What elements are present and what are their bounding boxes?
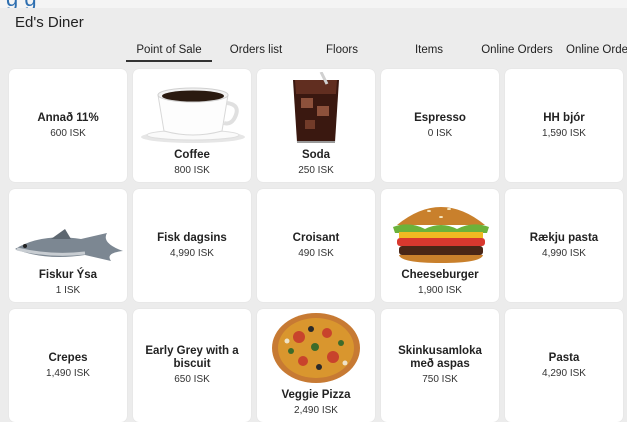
- item-card-pasta[interactable]: Pasta 4,290 ISK: [505, 309, 623, 422]
- tab-online-orders-2[interactable]: Online Orde: [566, 44, 627, 56]
- item-card-early-grey[interactable]: Early Grey with a biscuit 650 ISK: [133, 309, 251, 422]
- soda-glass-icon: [293, 72, 339, 143]
- item-name: Croisant: [292, 232, 340, 244]
- item-price: 650 ISK: [174, 374, 210, 385]
- coffee-cup-icon: [141, 87, 245, 143]
- fish-icon: [15, 229, 123, 261]
- item-card-annad[interactable]: Annað 11% 600 ISK: [9, 69, 127, 182]
- item-price: 0 ISK: [427, 128, 453, 139]
- tab-point-of-sale[interactable]: Point of Sale: [126, 44, 212, 62]
- tab-online-orders[interactable]: Online Orders: [478, 44, 556, 56]
- item-name: Pasta: [548, 352, 580, 364]
- item-price: 600 ISK: [50, 128, 86, 139]
- item-name: Fiskur Ýsa: [38, 269, 98, 281]
- item-price: 1,590 ISK: [542, 128, 586, 139]
- item-card-fisk-dagsins[interactable]: Fisk dagsins 4,990 ISK: [133, 189, 251, 302]
- item-name: Espresso: [414, 112, 466, 124]
- item-name: Veggie Pizza: [281, 389, 351, 401]
- item-name: HH bjór: [543, 112, 585, 124]
- tab-items[interactable]: Items: [408, 44, 450, 56]
- item-card-skinkusamloka[interactable]: Skinkusamloka með aspas 750 ISK: [381, 309, 499, 422]
- item-card-hh-bjor[interactable]: HH bjór 1,590 ISK: [505, 69, 623, 182]
- item-price: 750 ISK: [422, 374, 458, 385]
- item-price: 4,990 ISK: [170, 248, 214, 259]
- item-price: 4,990 ISK: [542, 248, 586, 259]
- item-card-raekju-pasta[interactable]: Rækju pasta 4,990 ISK: [505, 189, 623, 302]
- item-card-veggie-pizza[interactable]: Veggie Pizza 2,490 ISK: [257, 309, 375, 422]
- item-name: Annað 11%: [37, 112, 99, 124]
- partial-heading: g g: [6, 0, 37, 8]
- item-price: 800 ISK: [174, 165, 210, 176]
- item-name: Coffee: [174, 149, 210, 161]
- item-card-coffee[interactable]: Coffee 800 ISK: [133, 69, 251, 182]
- item-card-soda[interactable]: Soda 250 ISK: [257, 69, 375, 182]
- item-name: Soda: [301, 149, 331, 161]
- item-name: Skinkusamloka með aspas: [398, 345, 482, 370]
- tab-orders-list[interactable]: Orders list: [223, 44, 289, 56]
- item-card-espresso[interactable]: Espresso 0 ISK: [381, 69, 499, 182]
- item-name: Crepes: [48, 352, 88, 364]
- item-price: 490 ISK: [298, 248, 334, 259]
- item-price: 4,290 ISK: [542, 368, 586, 379]
- item-price: 1,490 ISK: [46, 368, 90, 379]
- item-name: Fisk dagsins: [157, 232, 227, 244]
- item-price: 250 ISK: [298, 165, 334, 176]
- item-price: 2,490 ISK: [294, 405, 338, 416]
- tab-bar: Point of Sale Orders list Floors Items O…: [0, 44, 627, 66]
- item-name: Cheeseburger: [401, 269, 479, 281]
- item-card-crepes[interactable]: Crepes 1,490 ISK: [9, 309, 127, 422]
- item-card-cheeseburger[interactable]: Cheeseburger 1,900 ISK: [381, 189, 499, 302]
- item-card-fiskur-ysa[interactable]: Fiskur Ýsa 1 ISK: [9, 189, 127, 302]
- burger-icon: [393, 207, 489, 263]
- app-title: Ed's Diner: [15, 14, 84, 31]
- item-name: Rækju pasta: [529, 232, 599, 244]
- item-price: 1,900 ISK: [418, 285, 462, 296]
- item-name: Early Grey with a biscuit: [145, 345, 239, 370]
- top-strip: g g: [0, 0, 627, 8]
- pizza-icon: [272, 313, 360, 383]
- item-price: 1 ISK: [55, 285, 81, 296]
- tab-floors[interactable]: Floors: [318, 44, 366, 56]
- item-card-croisant[interactable]: Croisant 490 ISK: [257, 189, 375, 302]
